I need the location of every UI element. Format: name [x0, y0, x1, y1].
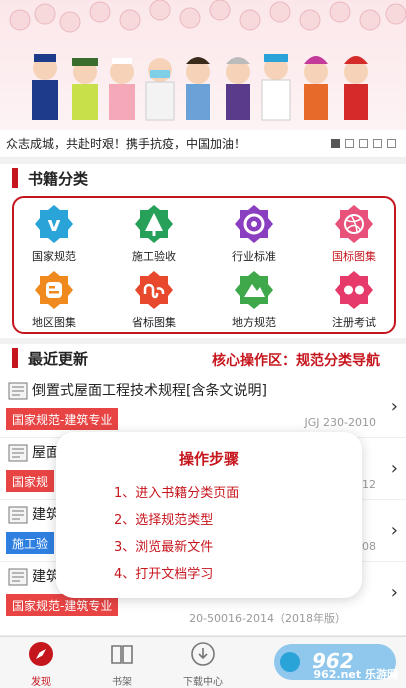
carousel-dot[interactable]: [387, 139, 396, 148]
flickr-icon: [334, 270, 374, 310]
document-icon: [8, 506, 28, 524]
category-industry-standard[interactable]: 行业标准: [214, 204, 294, 264]
document-title: 倒置式屋面工程技术规程[含条文说明]: [32, 383, 267, 399]
divider: [0, 338, 406, 344]
book-icon: [111, 645, 133, 664]
nav-discover[interactable]: 发现: [11, 641, 71, 688]
carousel-dot[interactable]: [359, 139, 368, 148]
document-code: JGJ 230-2010: [304, 416, 376, 429]
category-label: 国家规范: [32, 250, 76, 263]
recent-header: 最近更新: [0, 346, 88, 370]
category-provincial-atlas[interactable]: 省标图集: [114, 270, 194, 330]
carousel-dot[interactable]: [373, 139, 382, 148]
document-icon: [8, 444, 28, 462]
download-icon: [191, 642, 215, 666]
category-label: 国标图集: [332, 250, 376, 263]
carousel-dot[interactable]: [345, 139, 354, 148]
blogger-icon: [34, 270, 74, 310]
nav-label: 书架: [112, 677, 132, 688]
chevron-right-icon: ›: [390, 582, 398, 603]
category-tag: 国家规范-建筑专业: [6, 408, 119, 430]
nav-bookshelf[interactable]: 书架: [92, 641, 152, 688]
recent-title: 最近更新: [28, 349, 89, 368]
category-national-atlas[interactable]: 国标图集: [314, 204, 394, 264]
document-icon: [8, 568, 28, 586]
carousel-dot[interactable]: [331, 139, 340, 148]
section-marker: [12, 168, 18, 188]
stumbleupon-icon: [134, 270, 174, 310]
chevron-right-icon: ›: [390, 520, 398, 541]
category-national-standard[interactable]: v 国家规范: [14, 204, 94, 264]
category-local-standard[interactable]: 地方规范: [214, 270, 294, 330]
category-registration-exam[interactable]: 注册考试: [314, 270, 394, 330]
compass-icon: [29, 642, 53, 666]
core-operation-label: 核心操作区：规范分类导航: [212, 353, 380, 369]
aperture-icon: [234, 204, 274, 244]
category-construction-acceptance[interactable]: 施工验收: [114, 204, 194, 264]
steps-title: 操作步骤: [178, 450, 239, 468]
category-tag: 国家规: [6, 470, 55, 492]
step-item: 1、进入书籍分类页面: [114, 486, 240, 501]
document-icon: [8, 382, 28, 400]
document-code: 20-50016-2014（2018年版）: [189, 612, 346, 625]
nav-label: 发现: [31, 677, 51, 688]
tree-icon: [134, 204, 174, 244]
category-label: 省标图集: [132, 316, 176, 329]
step-item: 3、浏览最新文件: [114, 540, 214, 555]
category-label: 注册考试: [332, 316, 376, 329]
category-label: 行业标准: [232, 250, 276, 263]
categories-grid: v 国家规范 施工验收 行业标准 国标图集 地区图集 省标图集 地方规范 注册考…: [12, 196, 396, 334]
nav-download-center[interactable]: 下载中心: [173, 641, 233, 688]
categories-title: 书籍分类: [28, 169, 89, 188]
svg-text:v: v: [47, 212, 60, 236]
mountain-icon: [234, 270, 274, 310]
dribbble-icon: [334, 204, 374, 244]
document-code: 12: [362, 478, 376, 491]
category-tag: 施工验: [6, 532, 55, 554]
section-marker: [12, 348, 18, 368]
watermark-text: 962.net 乐游网: [313, 668, 398, 681]
divider: [0, 158, 406, 164]
category-label: 施工验收: [132, 250, 176, 263]
vimeo-icon: v: [34, 204, 74, 244]
nav-label: 下载中心: [183, 677, 223, 688]
document-code: 08: [362, 540, 376, 553]
categories-header: 书籍分类: [0, 166, 88, 190]
list-item[interactable]: 倒置式屋面工程技术规程[含条文说明] 国家规范-建筑专业 JGJ 230-201…: [0, 376, 406, 438]
category-label: 地方规范: [232, 316, 276, 329]
category-label: 地区图集: [32, 316, 76, 329]
crowd-illustration: [9, 0, 406, 121]
banner-image[interactable]: [0, 0, 406, 130]
step-item: 2、选择规范类型: [114, 513, 214, 528]
chevron-right-icon: ›: [390, 396, 398, 417]
carousel-indicator[interactable]: [331, 139, 396, 148]
category-regional-atlas[interactable]: 地区图集: [14, 270, 94, 330]
step-item: 4、打开文档学习: [114, 567, 214, 582]
operation-steps-card: 操作步骤 1、进入书籍分类页面 2、选择规范类型 3、浏览最新文件 4、打开文档…: [56, 432, 362, 598]
chevron-right-icon: ›: [390, 458, 398, 479]
